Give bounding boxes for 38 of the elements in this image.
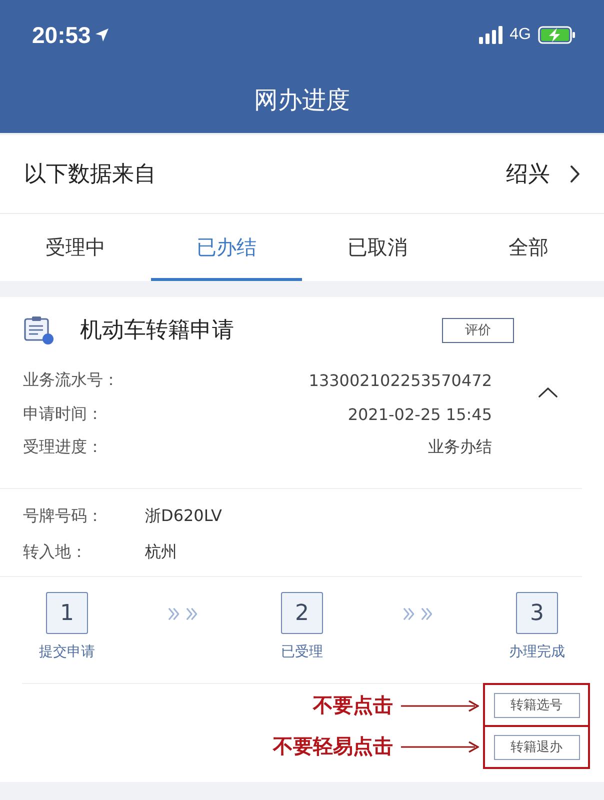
field-label: 转入地： [23, 542, 88, 562]
chevron-up-icon[interactable] [538, 387, 558, 398]
tab[interactable]: 全部 [453, 214, 604, 281]
status-time: 20:53 [32, 22, 91, 48]
arrow-icon [401, 740, 479, 752]
location-arrow-icon [94, 28, 109, 42]
field-label: 受理进度： [23, 437, 103, 458]
field-value: 业务办结 [428, 437, 492, 458]
field-value: 浙D620LV [145, 506, 223, 526]
tab[interactable]: 受理中 [0, 214, 151, 281]
document-icon [24, 315, 54, 345]
arrow-icon [401, 700, 479, 712]
step-number: 1 [46, 592, 88, 634]
step-label: 提交申请 [39, 643, 95, 661]
rate-button[interactable]: 评价 [442, 318, 514, 342]
page-title: 网办进度 [253, 84, 351, 116]
action-button[interactable]: 转籍退办 [494, 734, 580, 760]
chevron-right-icon[interactable] [570, 165, 580, 183]
field-value: 133002102253570472 [308, 371, 492, 390]
application-title: 机动车转籍申请 [80, 317, 235, 345]
step-number: 2 [281, 592, 323, 634]
warning-note: 不要点击 [313, 692, 393, 719]
field-value: 杭州 [145, 542, 178, 562]
city-selector[interactable]: 绍兴 [506, 159, 550, 189]
warning-note: 不要轻易点击 [273, 733, 393, 760]
field-value: 2021-02-25 15:45 [348, 404, 492, 424]
field-label: 申请时间： [23, 404, 103, 425]
step-label: 办理完成 [509, 643, 565, 661]
step-label: 已受理 [281, 643, 323, 661]
action-button[interactable]: 转籍选号 [494, 692, 580, 718]
field-label: 号牌号码： [23, 506, 104, 526]
signal-icon [478, 26, 503, 44]
tab[interactable]: 已取消 [302, 214, 453, 281]
tab[interactable]: 已办结 [151, 214, 302, 281]
network-type: 4G [510, 26, 531, 44]
source-label: 以下数据来自 [24, 161, 157, 189]
field-label: 业务流水号： [23, 370, 119, 392]
step-number: 3 [516, 592, 558, 634]
